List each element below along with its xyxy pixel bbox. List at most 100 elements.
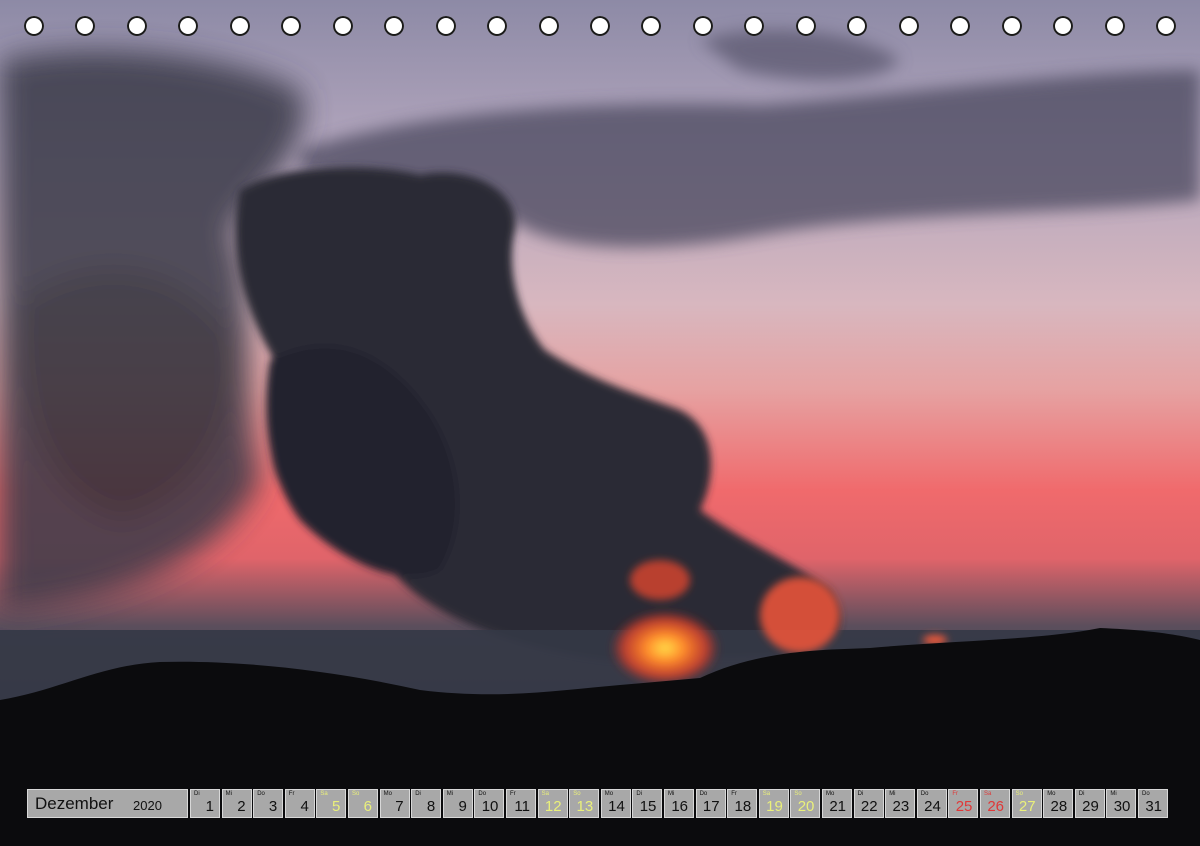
weekday-label: Fr (952, 791, 959, 797)
weekday-label: So (573, 791, 581, 797)
weekday-label: Sa (541, 791, 549, 797)
binding-hole (539, 16, 559, 36)
binding-hole (744, 16, 764, 36)
day-number: 14 (608, 798, 625, 815)
binding-hole (1002, 16, 1022, 36)
binding-hole (590, 16, 610, 36)
volcano-photo (0, 0, 1200, 846)
day-cell: Sa 19 (758, 789, 789, 818)
day-number: 22 (860, 798, 878, 815)
weekday-label: Di (194, 791, 200, 797)
day-number: 23 (892, 798, 910, 815)
weekday-label: Do (1142, 791, 1150, 797)
day-number: 10 (481, 798, 499, 815)
binding-hole (178, 16, 198, 36)
day-number: 12 (544, 798, 562, 815)
weekday-label: Fr (510, 791, 516, 797)
weekday-label: Mo (604, 791, 614, 797)
day-cell: Di 22 (853, 789, 884, 818)
day-cell: Mo 14 (600, 789, 631, 818)
weekday-label: Do (920, 791, 929, 797)
weekday-label: Fr (731, 791, 737, 797)
day-cell: Fr 4 (284, 789, 315, 818)
day-number: 26 (987, 798, 1004, 815)
day-cell: So 27 (1011, 789, 1042, 818)
day-cell: Mi 23 (885, 789, 916, 818)
binding-hole (899, 16, 919, 36)
binding-hole (693, 16, 713, 36)
weekday-label: Mo (383, 791, 392, 797)
day-number: 6 (363, 798, 372, 815)
day-cell: Sa 12 (537, 789, 568, 818)
binding-hole (75, 16, 95, 36)
day-number: 16 (671, 798, 688, 815)
day-cell: Do 10 (474, 789, 505, 818)
month-label: Dezember 2020 (27, 789, 188, 818)
day-number: 1 (205, 798, 214, 815)
weekday-label: Di (636, 791, 643, 797)
binding-hole (950, 16, 970, 36)
binding-hole (641, 16, 661, 36)
day-number: 30 (1113, 798, 1131, 815)
binding-hole (847, 16, 867, 36)
weekday-label: Sa (984, 791, 992, 797)
weekday-label: Di (857, 791, 864, 797)
day-number: 4 (300, 798, 309, 815)
weekday-label: Fr (288, 791, 295, 797)
binding-hole (281, 16, 301, 36)
weekday-label: Mo (826, 791, 835, 797)
day-number: 15 (639, 798, 657, 815)
weekday-label: So (794, 791, 802, 797)
day-number: 20 (797, 798, 815, 815)
day-cell: Mo 21 (822, 789, 852, 818)
day-cell: Do 17 (695, 789, 726, 818)
weekday-label: Do (257, 791, 265, 797)
day-cell: Do 31 (1138, 789, 1168, 818)
weekday-label: So (1015, 791, 1023, 797)
day-cell: Sa 26 (980, 789, 1010, 818)
weekday-label: Do (699, 791, 708, 797)
day-cell: So 6 (348, 789, 378, 818)
weekday-label: Mi (446, 791, 454, 797)
day-number: 24 (924, 798, 941, 815)
day-number: 19 (766, 798, 783, 815)
day-number: 31 (1145, 798, 1162, 815)
weekday-label: Sa (762, 791, 771, 797)
day-cell: Fr 18 (727, 789, 758, 818)
day-cell: So 13 (569, 789, 600, 818)
binding-hole (333, 16, 353, 36)
binding-hole (230, 16, 250, 36)
binding-hole (24, 16, 44, 36)
day-cell: Mi 30 (1106, 789, 1137, 818)
day-number: 17 (702, 798, 720, 815)
weekday-label: Di (1078, 791, 1085, 797)
binding-hole (436, 16, 456, 36)
weekday-label: Mi (889, 791, 896, 797)
day-number: 29 (1082, 798, 1099, 815)
day-number: 3 (268, 798, 278, 815)
day-number: 25 (955, 798, 973, 815)
day-number: 28 (1050, 798, 1068, 815)
weekday-label: Do (478, 791, 487, 797)
binding-hole (127, 16, 147, 36)
binding-hole (1156, 16, 1176, 36)
day-cell: Do 3 (253, 789, 284, 818)
day-cell: Mi 9 (442, 789, 473, 818)
binding-hole (384, 16, 404, 36)
day-cell: Di 15 (632, 789, 663, 818)
binding-hole (796, 16, 816, 36)
day-cell: Di 29 (1074, 789, 1105, 818)
binding-hole (1053, 16, 1073, 36)
day-number: 11 (514, 798, 530, 815)
day-number: 18 (734, 798, 752, 815)
day-cell: Di 1 (190, 789, 220, 818)
month-year: 2020 (133, 798, 162, 813)
day-cell: Do 24 (916, 789, 947, 818)
day-cell: Fr 11 (506, 789, 536, 818)
day-number: 9 (458, 798, 467, 815)
binding-holes (0, 16, 1200, 42)
weekday-label: Mo (1047, 791, 1056, 797)
day-number: 27 (1018, 798, 1036, 815)
weekday-label: Mi (1110, 791, 1117, 797)
day-number: 2 (237, 798, 246, 815)
